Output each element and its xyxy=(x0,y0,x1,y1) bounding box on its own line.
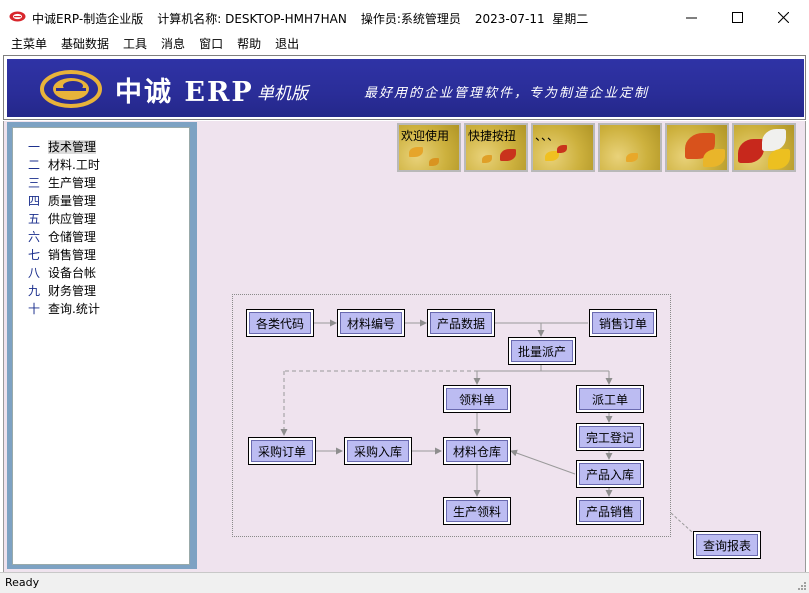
nav-item-tech[interactable]: 一技术管理 xyxy=(28,138,100,156)
node-product-data[interactable]: 产品数据 xyxy=(427,309,495,337)
node-prod-requisition[interactable]: 生产领料 xyxy=(443,497,511,525)
nav-item-sales[interactable]: 七销售管理 xyxy=(28,246,100,264)
window-title: 中诚ERP-制造企业版 计算机名称: DESKTOP-HMH7HAN 操作员:系… xyxy=(32,10,602,27)
leaf-icon xyxy=(500,149,516,161)
leaf-icon xyxy=(762,129,786,151)
menu-main[interactable]: 主菜单 xyxy=(4,34,54,54)
minimize-button[interactable] xyxy=(668,0,714,34)
status-bar: Ready xyxy=(0,572,809,593)
edition-label: 单机版 xyxy=(257,84,308,104)
operator-field: 操作员:系统管理员 xyxy=(360,12,461,26)
node-purchase-in[interactable]: 采购入库 xyxy=(344,437,412,465)
leaf-icon xyxy=(557,145,567,153)
brand-logo-icon xyxy=(40,70,102,108)
menu-exit[interactable]: 退出 xyxy=(268,34,306,54)
leaf-icon xyxy=(429,158,439,166)
node-requisition[interactable]: 领料单 xyxy=(443,385,511,413)
leaf-icon xyxy=(482,155,492,163)
menu-help[interactable]: 帮助 xyxy=(230,34,268,54)
title-bar[interactable]: 中诚ERP-制造企业版 计算机名称: DESKTOP-HMH7HAN 操作员:系… xyxy=(0,0,809,34)
tile-4[interactable] xyxy=(598,123,662,172)
menu-window[interactable]: 窗口 xyxy=(192,34,230,54)
leaf-icon xyxy=(409,147,423,157)
maximize-button[interactable] xyxy=(714,0,760,34)
tile-6[interactable] xyxy=(732,123,796,172)
tile-label: 欢迎使用 xyxy=(401,129,450,143)
leaf-icon xyxy=(626,153,638,162)
node-query-report[interactable]: 查询报表 xyxy=(693,531,761,559)
minimize-icon xyxy=(685,17,697,18)
menu-messages[interactable]: 消息 xyxy=(154,34,192,54)
nav-item-production[interactable]: 三生产管理 xyxy=(28,174,100,192)
nav-item-query[interactable]: 十查询.统计 xyxy=(28,300,100,318)
status-text: Ready xyxy=(5,576,40,589)
resize-grip-icon[interactable] xyxy=(796,580,807,591)
maximize-icon xyxy=(731,11,743,23)
node-purchase-order[interactable]: 采购订单 xyxy=(248,437,316,465)
leaf-icon xyxy=(738,139,764,163)
menu-bar: 主菜单 基础数据 工具 消息 窗口 帮助 退出 xyxy=(0,34,809,54)
menu-tools[interactable]: 工具 xyxy=(116,34,154,54)
computer-name-field: 计算机名称: DESKTOP-HMH7HAN xyxy=(157,12,347,26)
brand-name: 中诚 ERP xyxy=(115,77,254,108)
close-icon xyxy=(777,11,789,23)
nav-item-supply[interactable]: 五供应管理 xyxy=(28,210,100,228)
node-product-in[interactable]: 产品入库 xyxy=(576,460,644,488)
node-material-no[interactable]: 材料编号 xyxy=(337,309,405,337)
date-field: 2023-07-11 星期二 xyxy=(474,12,589,26)
tile-label: 快捷按扭 xyxy=(468,129,517,143)
nav-item-finance[interactable]: 九财务管理 xyxy=(28,282,100,300)
banner: 中诚 ERP 单机版 最好用的企业管理软件，专为制造企业定制 xyxy=(7,59,804,117)
slogan: 最好用的企业管理软件，专为制造企业定制 xyxy=(364,86,650,101)
nav-item-material[interactable]: 二材料.工时 xyxy=(28,156,100,174)
nav-item-warehouse[interactable]: 六仓储管理 xyxy=(28,228,100,246)
node-batch-dispatch[interactable]: 批量派产 xyxy=(508,337,576,365)
leaf-icon xyxy=(768,149,790,169)
node-complete-register[interactable]: 完工登记 xyxy=(576,423,644,451)
app-title: 中诚ERP-制造企业版 xyxy=(32,12,144,26)
tile-welcome[interactable]: 欢迎使用 xyxy=(397,123,461,172)
tile-more[interactable]: 、、、 xyxy=(531,123,595,172)
nav-item-equipment[interactable]: 八设备台帐 xyxy=(28,264,100,282)
app-logo-icon xyxy=(9,11,26,22)
menu-basic-data[interactable]: 基础数据 xyxy=(54,34,116,54)
nav-item-quality[interactable]: 四质量管理 xyxy=(28,192,100,210)
close-button[interactable] xyxy=(760,0,806,34)
node-material-store[interactable]: 材料仓库 xyxy=(443,437,511,465)
node-dispatch-work[interactable]: 派工单 xyxy=(576,385,644,413)
node-sales-order[interactable]: 销售订单 xyxy=(589,309,657,337)
tile-5[interactable] xyxy=(665,123,729,172)
tile-quick-buttons[interactable]: 快捷按扭 xyxy=(464,123,528,172)
node-codes[interactable]: 各类代码 xyxy=(246,309,314,337)
tile-label: 、、、 xyxy=(535,129,560,143)
node-product-sales[interactable]: 产品销售 xyxy=(576,497,644,525)
nav-list: 一技术管理 二材料.工时 三生产管理 四质量管理 五供应管理 六仓储管理 七销售… xyxy=(28,138,100,318)
leaf-icon xyxy=(703,149,725,167)
